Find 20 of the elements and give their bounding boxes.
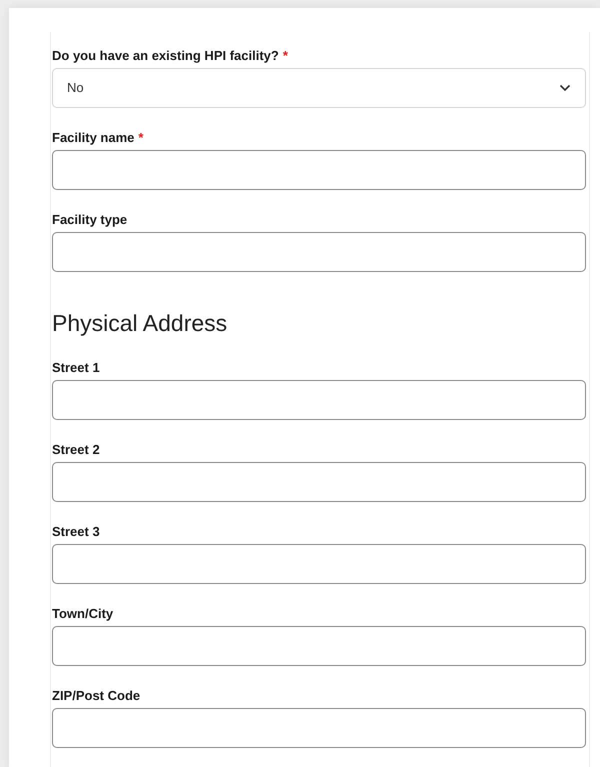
text-field[interactable] — [52, 462, 586, 502]
text-field[interactable] — [52, 232, 586, 272]
field-label: Do you have an existing HPI facility? — [52, 47, 279, 64]
section-heading: Physical Address — [52, 309, 228, 337]
field-label: Town/City — [52, 605, 114, 622]
chevron-down-icon — [559, 84, 571, 92]
text-field[interactable] — [52, 544, 586, 584]
required-mark: * — [138, 129, 144, 146]
text-field[interactable] — [52, 626, 586, 666]
field-label: Street 1 — [52, 359, 100, 376]
field-label: ZIP/Post Code — [52, 687, 140, 704]
dropdown-select[interactable]: No — [52, 68, 586, 108]
field-label: Facility name — [52, 129, 134, 146]
text-field[interactable] — [52, 708, 586, 748]
field-label: Street 2 — [52, 441, 100, 458]
text-field[interactable] — [52, 380, 586, 420]
field-label: Street 3 — [52, 523, 100, 540]
text-field[interactable] — [52, 150, 586, 190]
field-label: Facility type — [52, 211, 128, 228]
required-mark: * — [282, 47, 288, 64]
